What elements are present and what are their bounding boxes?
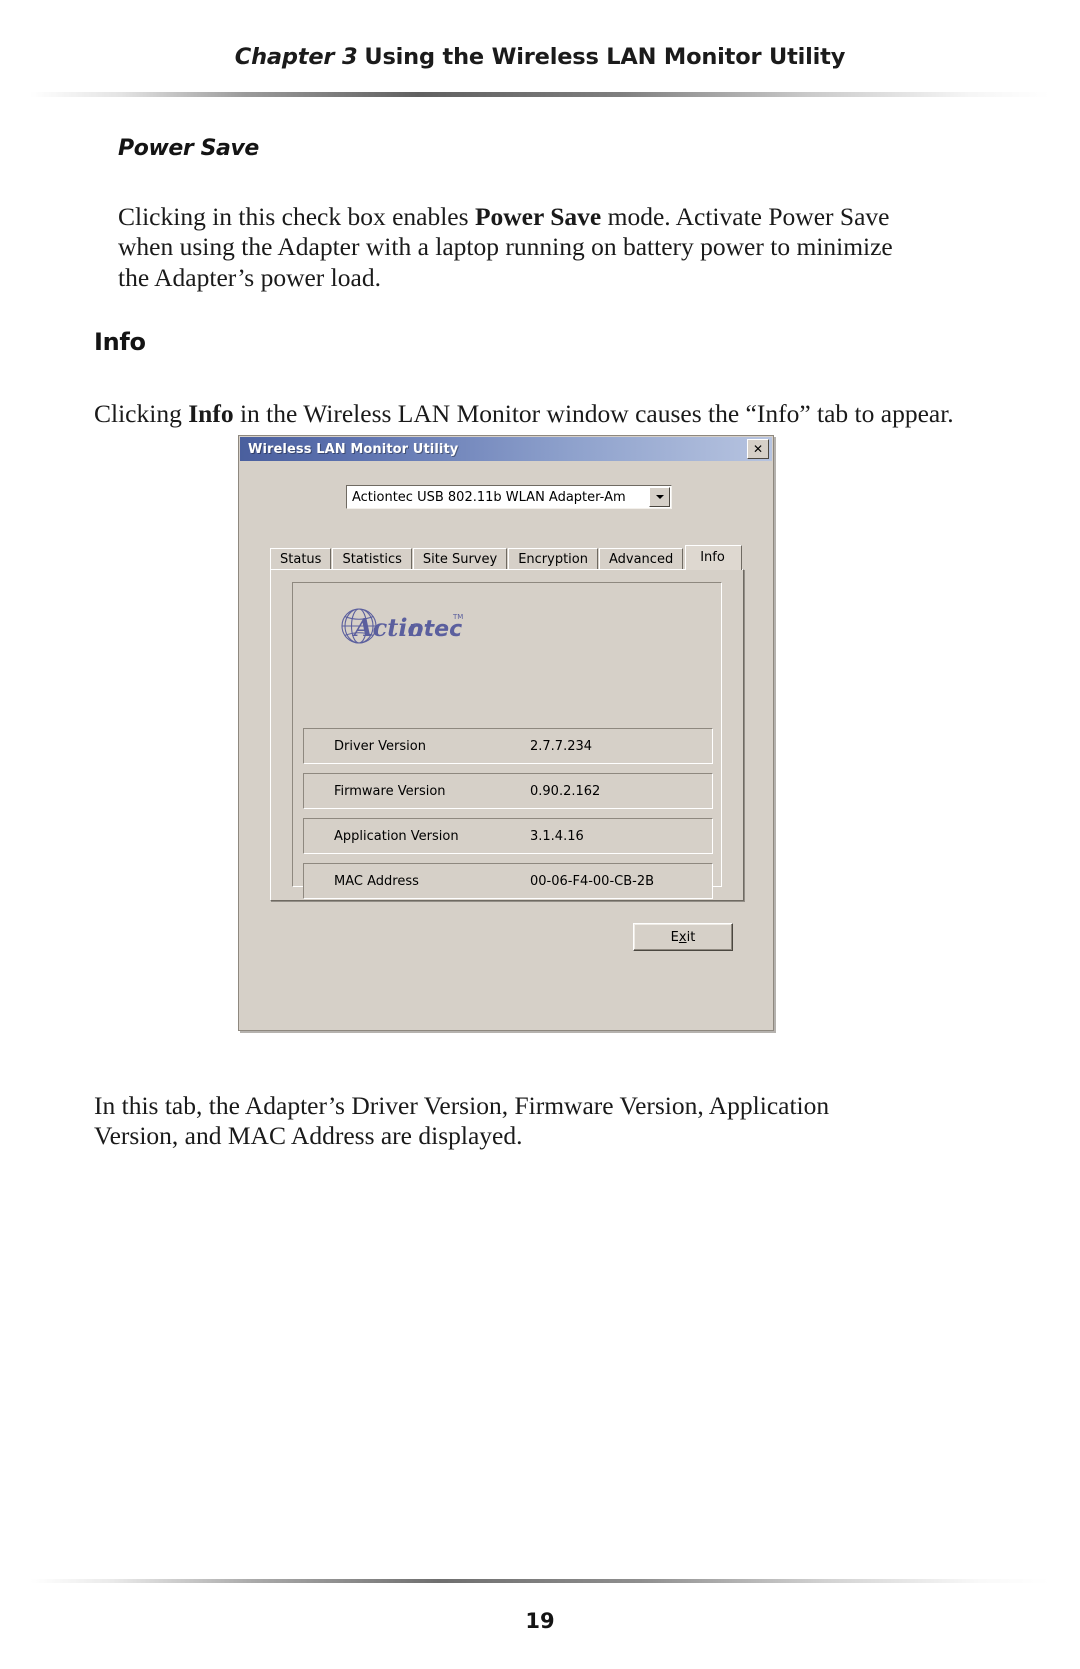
- info-rows: Driver Version 2.7.7.234 Firmware Versio…: [303, 728, 713, 908]
- power-save-subheading: Power Save: [118, 136, 259, 161]
- chevron-down-glyph: [655, 495, 664, 499]
- power-save-bold-term: Power Save: [474, 201, 602, 231]
- info-row-application-version: Application Version 3.1.4.16: [303, 818, 713, 854]
- info-outro-paragraph: In this tab, the Adapter’s Driver Versio…: [94, 1090, 830, 1151]
- tab-strip: Status Statistics Site Survey Encryption…: [270, 545, 744, 570]
- chevron-down-icon[interactable]: [649, 487, 670, 507]
- close-icon[interactable]: ✕: [747, 439, 769, 459]
- wireless-lan-monitor-dialog: Wireless LAN Monitor Utility ✕ Actiontec…: [238, 435, 774, 1031]
- info-intro-text-2: in the Wireless LAN Monitor window cause…: [233, 398, 954, 428]
- dialog-title: Wireless LAN Monitor Utility: [248, 441, 459, 457]
- info-row-driver-version: Driver Version 2.7.7.234: [303, 728, 713, 764]
- tab-site-survey[interactable]: Site Survey: [412, 548, 508, 570]
- info-heading: Info: [94, 328, 146, 356]
- dialog-titlebar: Wireless LAN Monitor Utility ✕: [240, 437, 772, 461]
- info-label: Application Version: [334, 828, 459, 844]
- adapter-select-value: Actiontec USB 802.11b WLAN Adapter-Am: [352, 489, 626, 505]
- exit-button[interactable]: Ex it: [633, 923, 733, 951]
- info-value: 0.90.2.162: [530, 783, 601, 799]
- page-number: 19: [525, 1609, 555, 1633]
- tab-info[interactable]: Info: [685, 545, 742, 570]
- exit-label-accel: x: [678, 929, 687, 945]
- power-save-text-1: Clicking in this check box enables: [118, 201, 475, 231]
- adapter-select[interactable]: Actiontec USB 802.11b WLAN Adapter-Am: [346, 485, 672, 509]
- chapter-heading: Chapter 3 Using the Wireless LAN Monitor …: [0, 44, 1080, 70]
- info-label: MAC Address: [334, 873, 419, 889]
- tab-encryption[interactable]: Encryption: [508, 548, 598, 570]
- power-save-paragraph: Clicking in this check box enables Power…: [118, 202, 928, 294]
- actiontec-logo: Actio ntec TM: [336, 605, 466, 647]
- trademark-mark: TM: [452, 613, 463, 621]
- info-row-mac-address: MAC Address 00-06-F4-00-CB-2B: [303, 863, 713, 899]
- info-intro-paragraph: Clicking Info in the Wireless LAN Monito…: [94, 399, 954, 430]
- info-value: 00-06-F4-00-CB-2B: [530, 873, 655, 889]
- info-group-frame: Actio ntec TM Driver Version 2.7.7.234 F…: [292, 582, 722, 899]
- chapter-title-text: Using the Wireless LAN Monitor Utility: [364, 44, 846, 70]
- header-divider: [30, 92, 1050, 97]
- tab-status[interactable]: Status: [270, 548, 332, 570]
- info-intro-text-1: Clicking: [94, 398, 189, 428]
- info-row-firmware-version: Firmware Version 0.90.2.162: [303, 773, 713, 809]
- tab-advanced[interactable]: Advanced: [598, 548, 684, 570]
- dialog-body: Actiontec USB 802.11b WLAN Adapter-Am St…: [240, 461, 772, 1030]
- info-label: Driver Version: [334, 738, 426, 754]
- info-bold-term: Info: [188, 398, 234, 428]
- info-tab-panel: Actio ntec TM Driver Version 2.7.7.234 F…: [270, 569, 744, 901]
- chapter-number: Chapter 3: [234, 44, 358, 70]
- tab-statistics[interactable]: Statistics: [332, 548, 412, 570]
- exit-label-prefix: E: [670, 929, 679, 945]
- exit-label-suffix: it: [686, 929, 696, 945]
- page-header: Chapter 3 Using the Wireless LAN Monitor …: [0, 44, 1080, 70]
- info-label: Firmware Version: [334, 783, 446, 799]
- info-value: 2.7.7.234: [530, 738, 593, 754]
- info-value: 3.1.4.16: [530, 828, 584, 844]
- footer-divider: [30, 1579, 1050, 1583]
